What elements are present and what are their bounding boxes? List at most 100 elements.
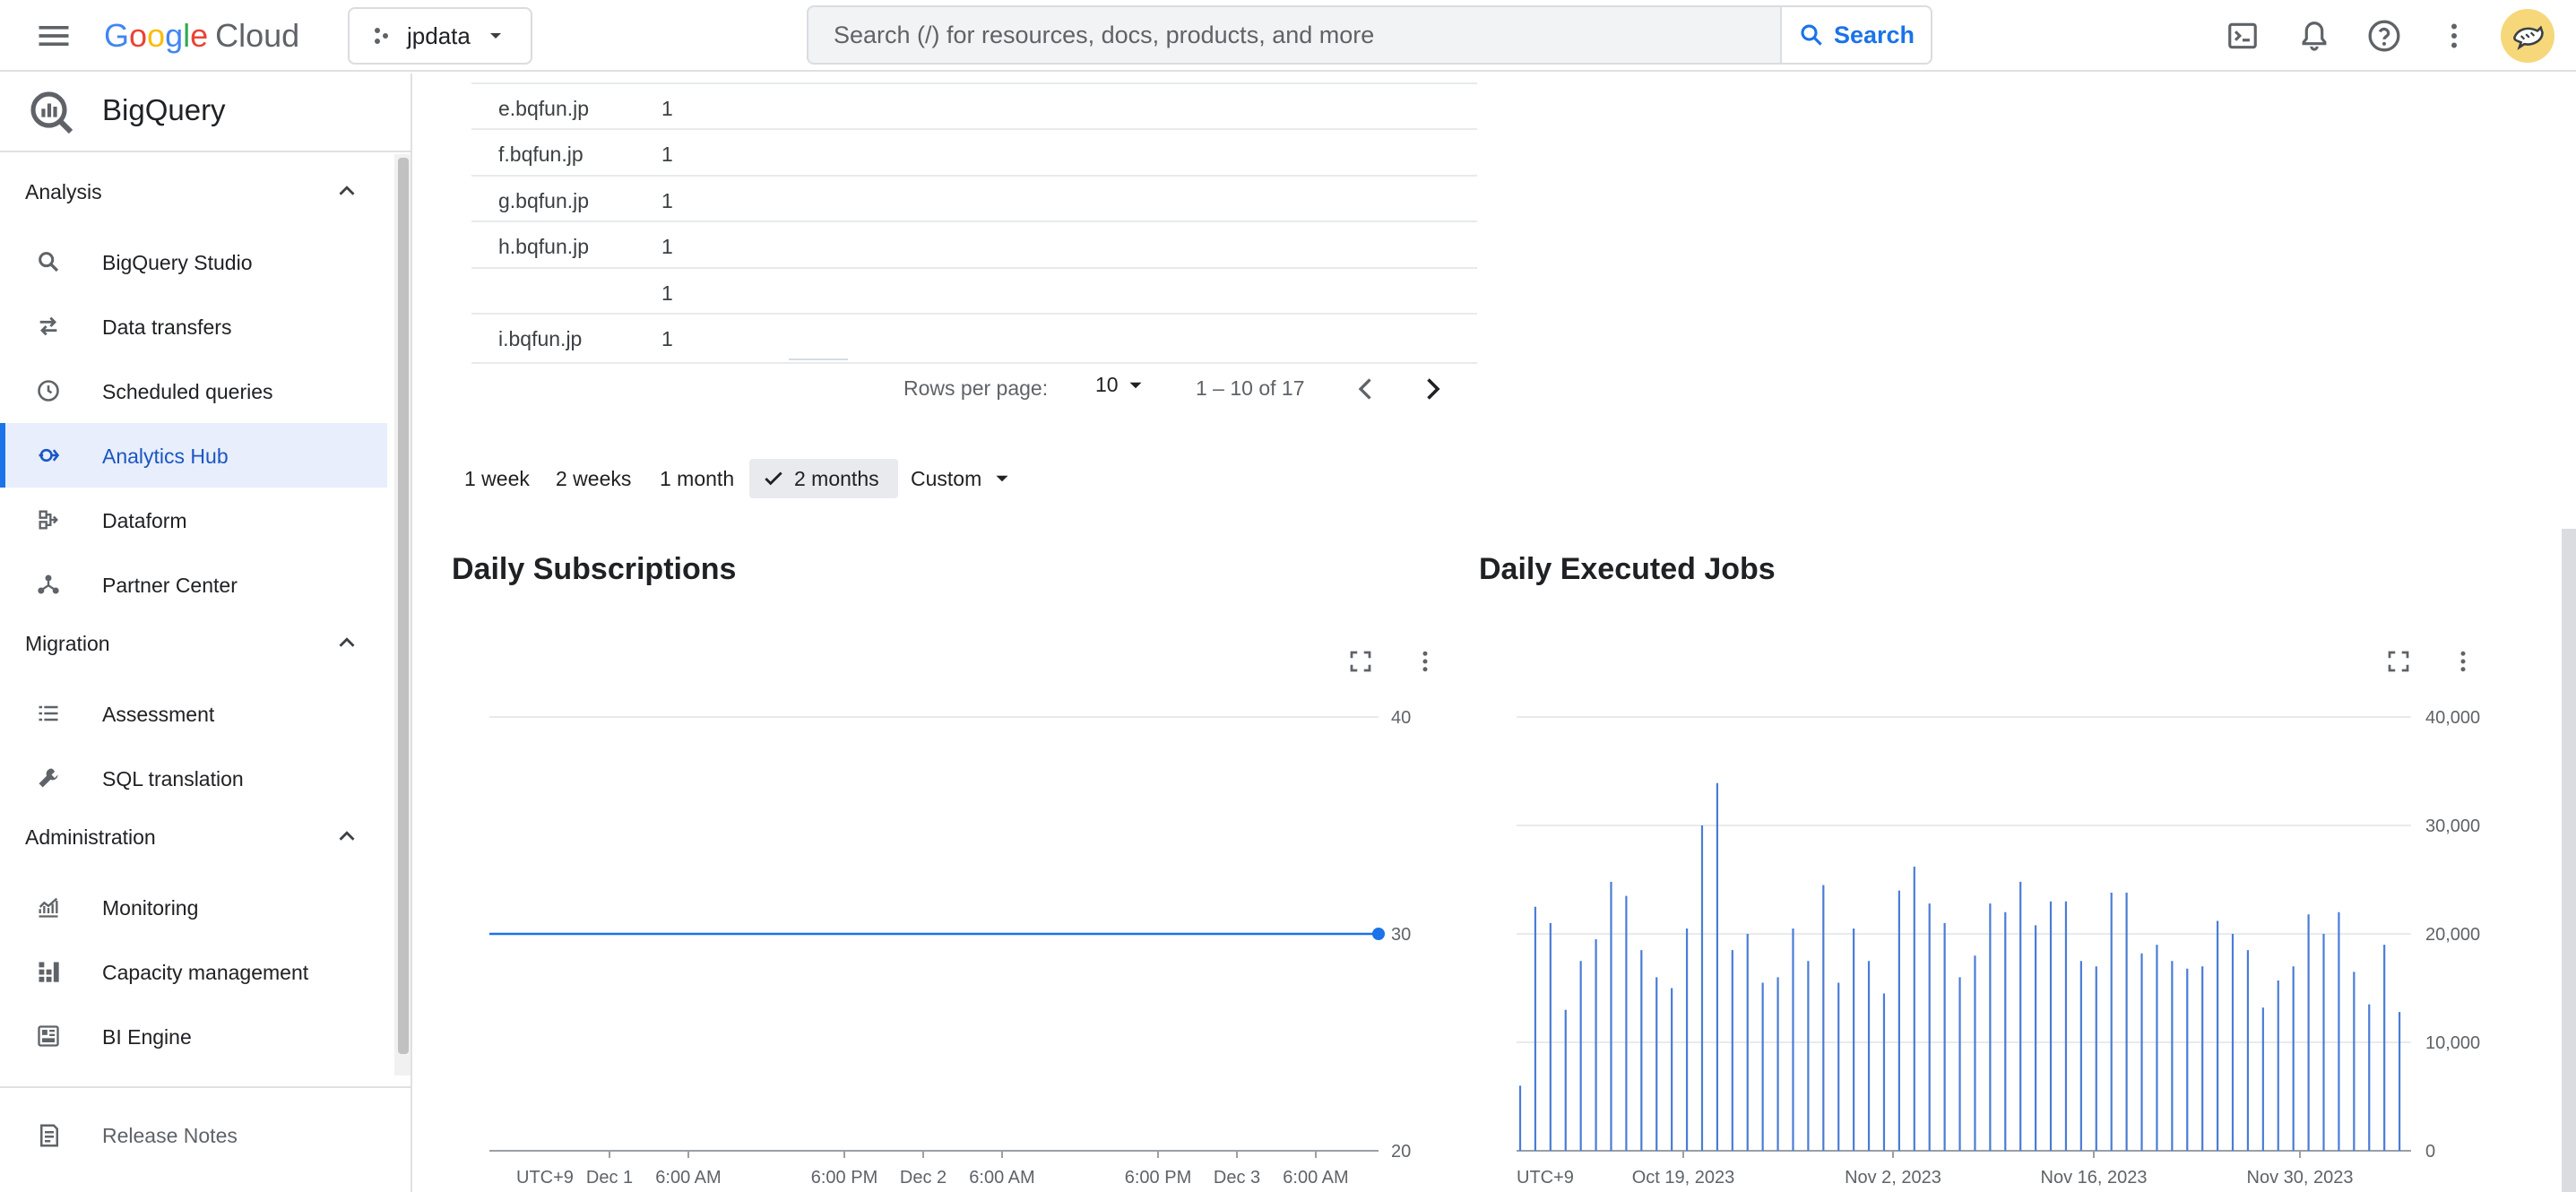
product-name: BigQuery (102, 93, 226, 126)
sidebar-item-dataform[interactable]: Dataform (0, 488, 387, 552)
x-tick-label: UTC+9 (516, 1168, 574, 1188)
search-icon (1798, 22, 1825, 48)
sidebar-scrollbar-thumb[interactable] (398, 158, 409, 1054)
search-button[interactable]: Search (1780, 7, 1931, 63)
sidebar-item-label: Capacity management (102, 961, 309, 984)
sidebar-item-monitoring[interactable]: Monitoring (0, 875, 387, 939)
divider (0, 1086, 411, 1088)
rows-per-page-select[interactable]: 10 (1095, 373, 1147, 397)
chart-daily-subscriptions: 40 30 20 UTC+9 Dec 1 6:00 AM 6:00 PM Dec 2 6:00 … (489, 708, 1411, 1188)
cell-count: 1 (661, 188, 673, 212)
release-notes-label: Release Notes (102, 1124, 238, 1147)
wrench-icon (36, 765, 61, 790)
sidebar-item-label: Scheduled queries (102, 380, 273, 403)
y-tick-label: 20 (1391, 1142, 1411, 1162)
section-administration[interactable]: Administration (0, 810, 385, 864)
x-tick-label: Nov 30, 2023 (2247, 1168, 2354, 1188)
range-2-months[interactable]: 2 months (749, 459, 898, 498)
x-tick-label: Dec 2 (900, 1168, 947, 1188)
sidebar-item-label: Analytics Hub (102, 445, 229, 468)
table-row: i.bqfun.jp 1 (471, 312, 1477, 361)
sidebar-item-sql-translation[interactable]: SQL translation (0, 746, 387, 810)
range-1-month[interactable]: 1 month (647, 459, 747, 498)
sidebar-item-label: Partner Center (102, 574, 238, 597)
avatar[interactable] (2501, 9, 2554, 63)
terminal-icon[interactable] (2221, 14, 2264, 57)
page-range: 1 – 10 of 17 (1196, 376, 1305, 400)
data-point (1372, 928, 1385, 940)
sidebar-item-data-transfers[interactable]: Data transfers (0, 294, 387, 358)
chevron-left-icon[interactable] (1350, 373, 1382, 405)
y-tick-label: 0 (2425, 1142, 2435, 1162)
chevron-up-icon (333, 823, 360, 850)
chart-title-subscriptions: Daily Subscriptions (452, 552, 737, 586)
sidebar-item-scheduled-queries[interactable]: Scheduled queries (0, 358, 387, 423)
sidebar: BigQuery Analysis BigQuery Studio Data t… (0, 73, 412, 1192)
y-tick-label: 30,000 (2425, 816, 2480, 836)
results-table: e.bqfun.jp 1 f.bqfun.jp 1 g.bqfun.jp 1 h.bq… (471, 82, 1477, 361)
chip-label: 2 weeks (556, 466, 632, 490)
sidebar-item-label: Dataform (102, 509, 187, 532)
cell-name: e.bqfun.jp (498, 97, 590, 120)
x-tick-label: Nov 16, 2023 (2041, 1168, 2148, 1188)
chart-title-jobs: Daily Executed Jobs (1479, 552, 1776, 586)
sidebar-item-label: SQL translation (102, 767, 244, 790)
capacity-icon (36, 959, 61, 984)
sidebar-item-analytics-hub[interactable]: Analytics Hub (0, 423, 387, 488)
sidebar-item-bi-engine[interactable]: BI Engine (0, 1004, 387, 1068)
release-notes-icon (36, 1122, 63, 1149)
fullscreen-icon[interactable] (2379, 642, 2418, 681)
x-tick-label: 6:00 AM (969, 1168, 1034, 1188)
menu-icon[interactable] (34, 16, 73, 56)
bell-icon[interactable] (2293, 14, 2336, 57)
section-migration[interactable]: Migration (0, 617, 385, 670)
chart-daily-executed-jobs: 40,000 30,000 20,000 10,000 0 UTC+9 Oct 19, 20… (1517, 708, 2480, 1188)
cell-count: 1 (661, 326, 673, 350)
chip-label: 1 week (464, 466, 530, 490)
more-vert-icon[interactable] (1405, 642, 1445, 681)
sidebar-item-assessment[interactable]: Assessment (0, 681, 387, 746)
sidebar-item-partner-center[interactable]: Partner Center (0, 552, 387, 617)
sidebar-item-label: BI Engine (102, 1025, 192, 1049)
more-vert-icon[interactable] (2443, 642, 2483, 681)
page-scrollbar[interactable] (2562, 529, 2576, 1192)
sidebar-item-bigquery-studio[interactable]: BigQuery Studio (0, 229, 387, 294)
more-vert-icon[interactable] (2433, 14, 2476, 57)
chip-label: 1 month (660, 466, 735, 490)
project-icon (371, 25, 393, 47)
top-bar: Google Cloud jpdata Search (0, 0, 2576, 72)
release-notes-link[interactable]: Release Notes (0, 1122, 411, 1176)
chevron-right-icon[interactable] (1416, 373, 1448, 405)
check-icon (762, 467, 785, 490)
fullscreen-icon[interactable] (1341, 642, 1380, 681)
x-tick-label: Dec 1 (586, 1168, 633, 1188)
x-tick-label: 6:00 AM (655, 1168, 721, 1188)
x-tick-label: Oct 19, 2023 (1632, 1168, 1735, 1188)
dropdown-icon (485, 25, 506, 47)
google-cloud-logo[interactable]: Google Cloud (104, 16, 299, 56)
search-input[interactable] (808, 7, 1780, 63)
search-icon (36, 249, 61, 274)
project-selector[interactable]: jpdata (348, 7, 532, 65)
chip-label: 2 months (794, 466, 879, 490)
help-icon[interactable] (2363, 14, 2406, 57)
table-row: e.bqfun.jp 1 (471, 82, 1477, 128)
cell-name: g.bqfun.jp (498, 188, 590, 212)
project-name: jpdata (407, 22, 471, 49)
sidebar-item-label: Assessment (102, 703, 215, 726)
y-tick-label: 30 (1391, 925, 1411, 945)
clock-icon (36, 378, 61, 403)
range-2-weeks[interactable]: 2 weeks (543, 459, 644, 498)
x-tick-label: 6:00 PM (1125, 1168, 1191, 1188)
transfer-icon (36, 314, 61, 339)
range-custom[interactable]: Custom (898, 459, 1026, 498)
section-analysis[interactable]: Analysis (0, 165, 385, 219)
dropdown-icon (990, 467, 1014, 490)
table-row: h.bqfun.jp 1 (471, 220, 1477, 266)
dropdown-icon (1124, 374, 1147, 397)
cell-name: f.bqfun.jp (498, 143, 583, 167)
sidebar-item-capacity-management[interactable]: Capacity management (0, 939, 387, 1004)
range-1-week[interactable]: 1 week (452, 459, 542, 498)
list-icon (36, 701, 61, 726)
x-tick-label: Nov 2, 2023 (1845, 1168, 1941, 1188)
